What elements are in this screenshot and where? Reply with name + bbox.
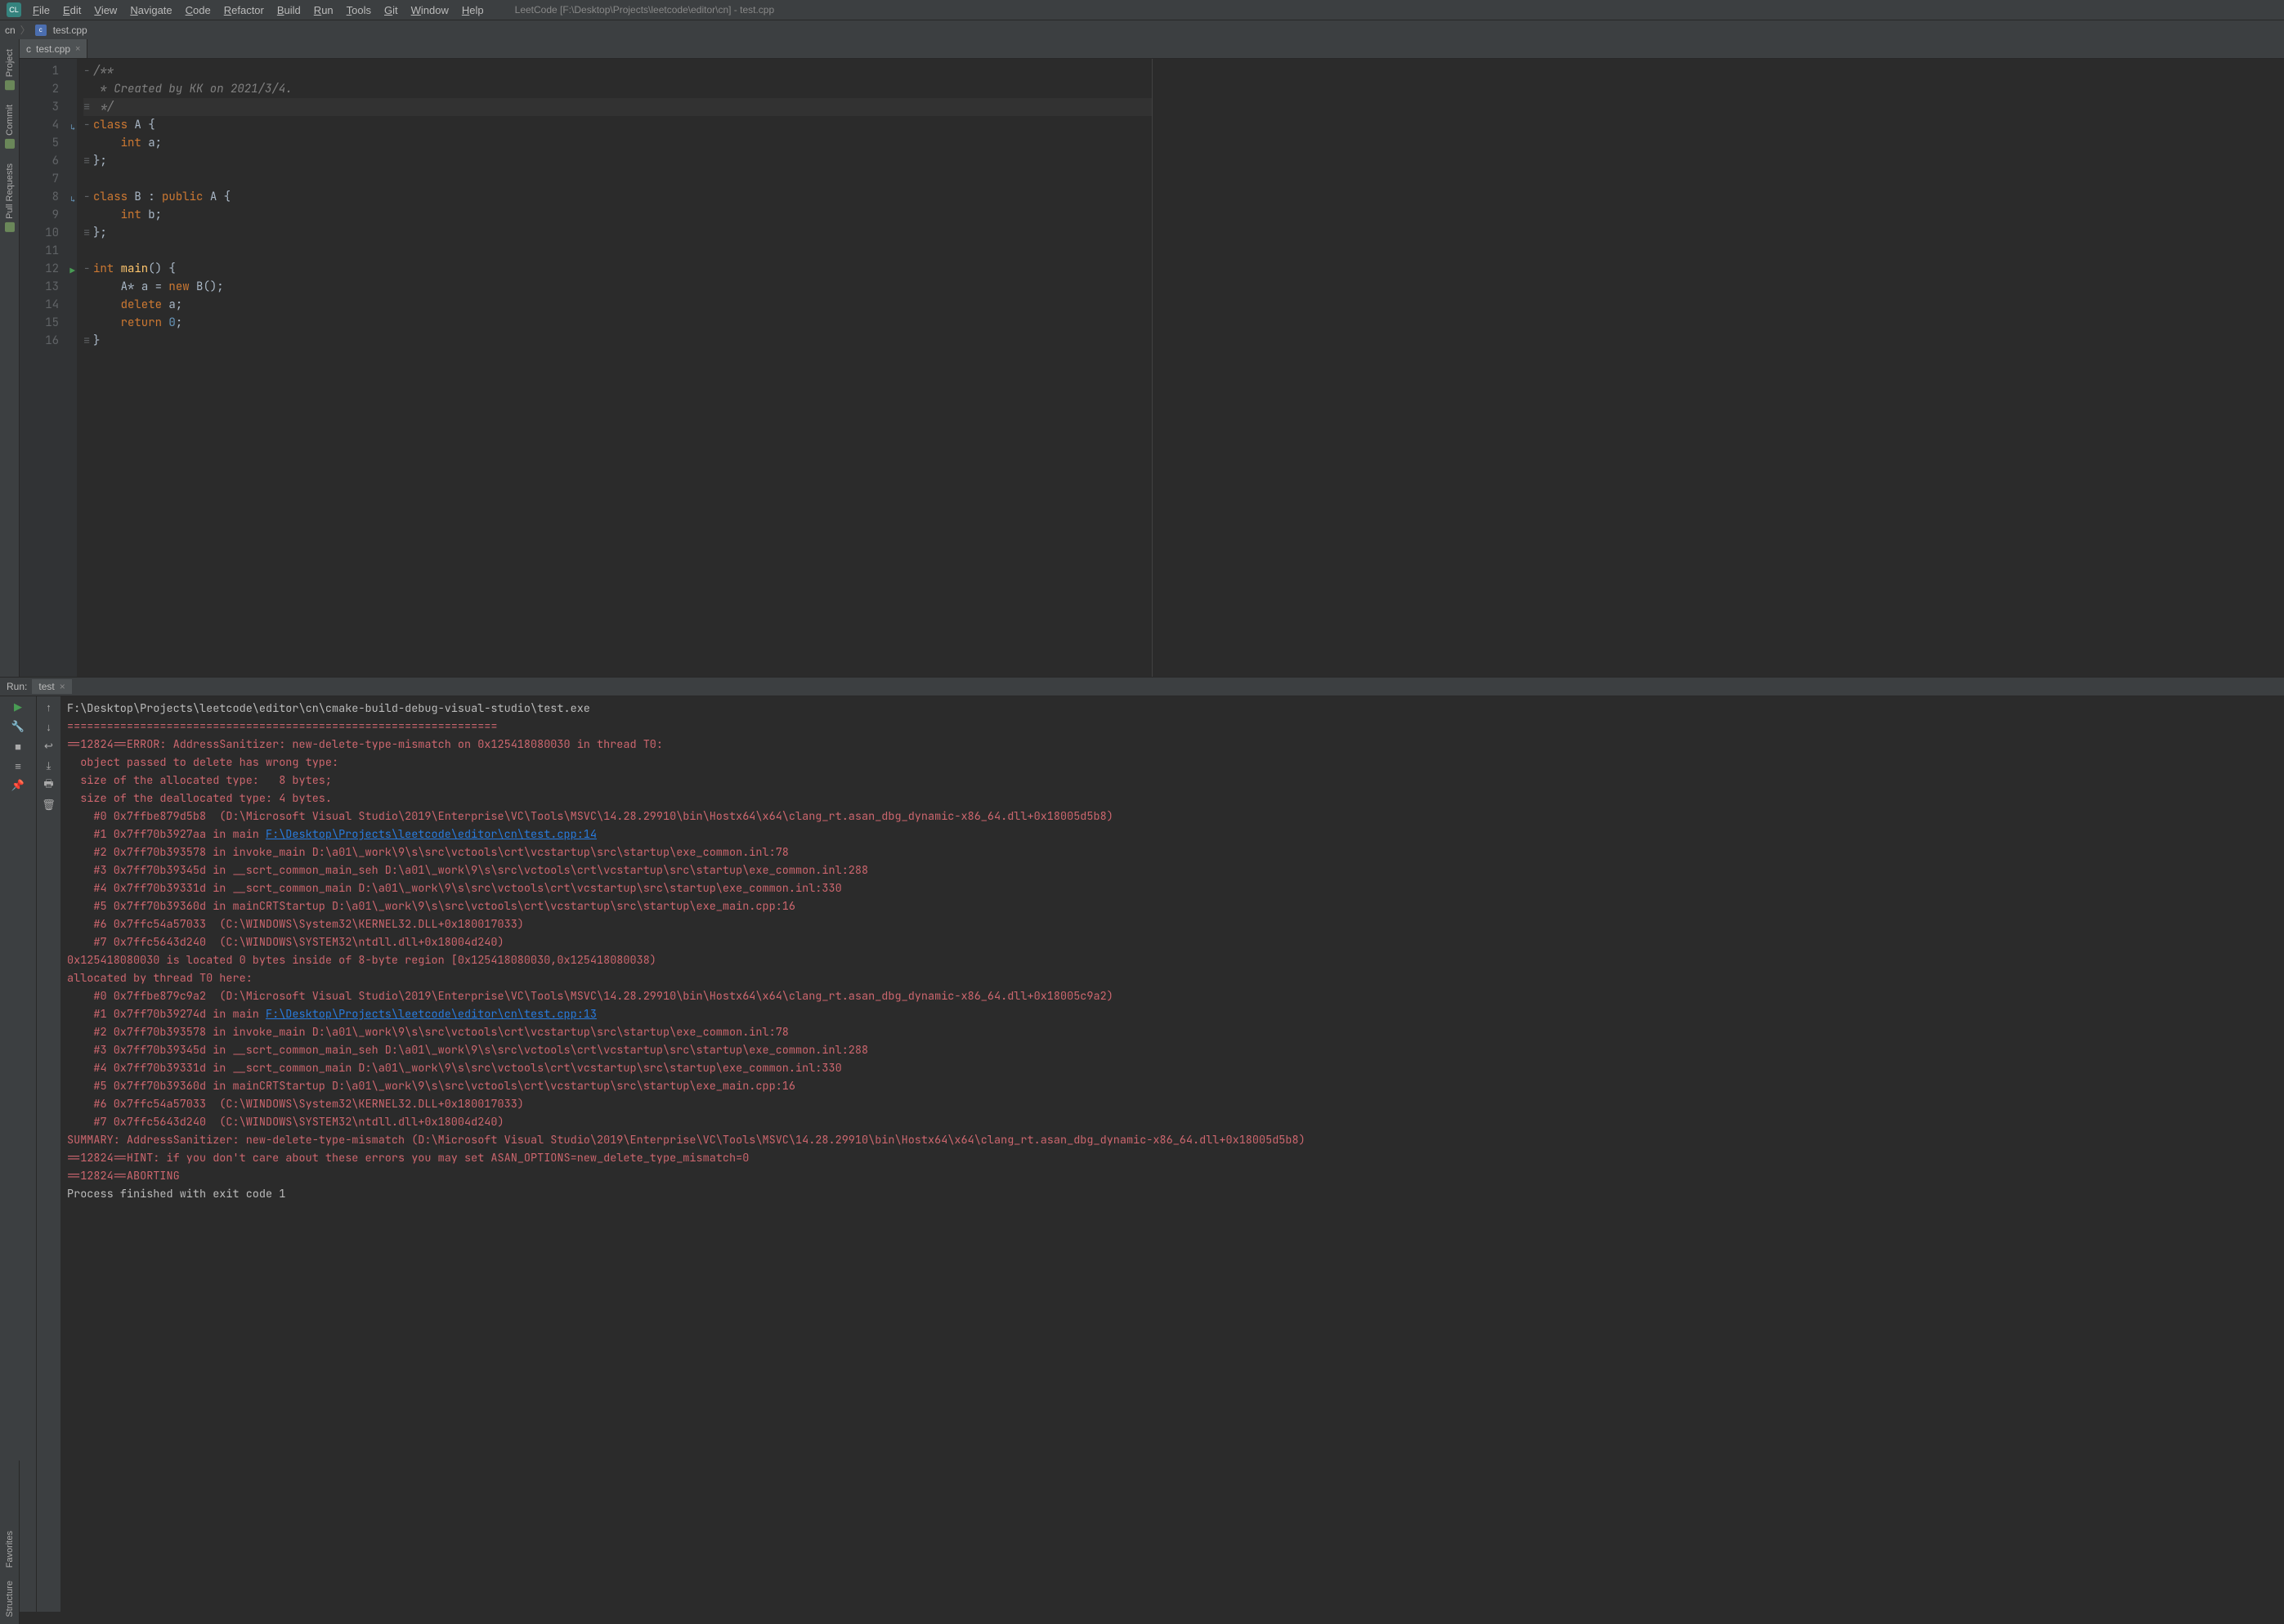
close-icon[interactable]: × bbox=[75, 44, 80, 54]
menu-build[interactable]: Build bbox=[271, 4, 307, 16]
run-tab-label: test bbox=[38, 681, 54, 692]
soft-wrap-icon[interactable]: ↩ bbox=[42, 739, 56, 754]
editor-pane-left[interactable]: 1234↳5678↳9101112▶13141516 -/** * Create… bbox=[20, 59, 1153, 677]
file-link[interactable]: F:\Desktop\Projects\leetcode\editor\cn\t… bbox=[266, 827, 597, 842]
run-tab[interactable]: test × bbox=[32, 679, 71, 694]
breadcrumb-root[interactable]: cn bbox=[5, 25, 16, 36]
rerun-icon[interactable]: ▶ bbox=[11, 700, 25, 714]
menu-navigate[interactable]: Navigate bbox=[123, 4, 178, 16]
menu-window[interactable]: Window bbox=[405, 4, 455, 16]
cpp-file-icon: c bbox=[26, 43, 31, 55]
menu-git[interactable]: Git bbox=[378, 4, 405, 16]
editor-tab-test[interactable]: c test.cpp × bbox=[20, 39, 87, 58]
menu-file[interactable]: File bbox=[26, 4, 56, 16]
ide-logo-icon: CL bbox=[7, 2, 21, 17]
run-console[interactable]: F:\Desktop\Projects\leetcode\editor\cn\c… bbox=[60, 696, 2284, 1612]
up-icon[interactable]: ↑ bbox=[42, 700, 56, 714]
tool-tab-favorites[interactable]: Favorites bbox=[3, 1524, 16, 1574]
pin-icon[interactable]: 📌 bbox=[11, 778, 25, 793]
editor-tabs: c test.cpp × bbox=[20, 39, 2284, 59]
menu-edit[interactable]: Edit bbox=[56, 4, 87, 16]
close-icon[interactable]: × bbox=[60, 681, 65, 692]
run-label: Run: bbox=[7, 681, 27, 692]
settings-icon[interactable]: 🔧 bbox=[11, 719, 25, 734]
scroll-end-icon[interactable]: ⤓ bbox=[42, 758, 56, 773]
left-tool-strip-bottom: StructureFavorites bbox=[0, 1461, 20, 1624]
trash-icon[interactable]: 🗑 bbox=[42, 798, 56, 812]
tool-tab-commit[interactable]: Commit bbox=[3, 98, 16, 155]
down-icon[interactable]: ↓ bbox=[42, 719, 56, 734]
cpp-file-icon: c bbox=[35, 25, 47, 36]
breadcrumb: cn 〉 c test.cpp bbox=[0, 20, 2284, 39]
editor-pane-right[interactable] bbox=[1153, 59, 2284, 677]
run-tool-header: Run: test × bbox=[0, 677, 2284, 696]
tool-tab-project[interactable]: Project bbox=[3, 43, 16, 96]
tool-tab-structure[interactable]: Structure bbox=[3, 1574, 16, 1624]
menu-help[interactable]: Help bbox=[455, 4, 490, 16]
run-action-gutter-2: ↑ ↓ ↩ ⤓ 🖶 🗑 bbox=[36, 696, 60, 1612]
breadcrumb-file[interactable]: test.cpp bbox=[53, 25, 87, 36]
menu-view[interactable]: View bbox=[87, 4, 123, 16]
override-gutter-icon[interactable]: ↳ bbox=[64, 119, 75, 130]
menu-code[interactable]: Code bbox=[179, 4, 217, 16]
window-title: LeetCode [F:\Desktop\Projects\leetcode\e… bbox=[515, 4, 775, 16]
dump-icon[interactable]: ≡ bbox=[11, 758, 25, 773]
chevron-right-icon: 〉 bbox=[20, 23, 30, 37]
editor-code[interactable]: -/** * Created by KK on 2021/3/4.≡ */-cl… bbox=[77, 59, 1152, 677]
print-icon[interactable]: 🖶 bbox=[42, 778, 56, 793]
menu-refactor[interactable]: Refactor bbox=[217, 4, 271, 16]
editor-tab-label: test.cpp bbox=[36, 43, 70, 55]
override-gutter-icon[interactable]: ↳ bbox=[64, 190, 75, 202]
menu-tools[interactable]: Tools bbox=[340, 4, 378, 16]
stop-icon[interactable]: ■ bbox=[11, 739, 25, 754]
menu-bar: CL FileEditViewNavigateCodeRefactorBuild… bbox=[0, 0, 2284, 20]
editor-gutter[interactable]: 1234↳5678↳9101112▶13141516 bbox=[20, 59, 77, 677]
left-tool-strip: Project Commit Pull Requests bbox=[0, 39, 20, 677]
run-gutter-icon[interactable]: ▶ bbox=[64, 262, 75, 274]
menu-run[interactable]: Run bbox=[307, 4, 340, 16]
file-link[interactable]: F:\Desktop\Projects\leetcode\editor\cn\t… bbox=[266, 1007, 597, 1022]
tool-tab-pull-requests[interactable]: Pull Requests bbox=[3, 157, 16, 239]
